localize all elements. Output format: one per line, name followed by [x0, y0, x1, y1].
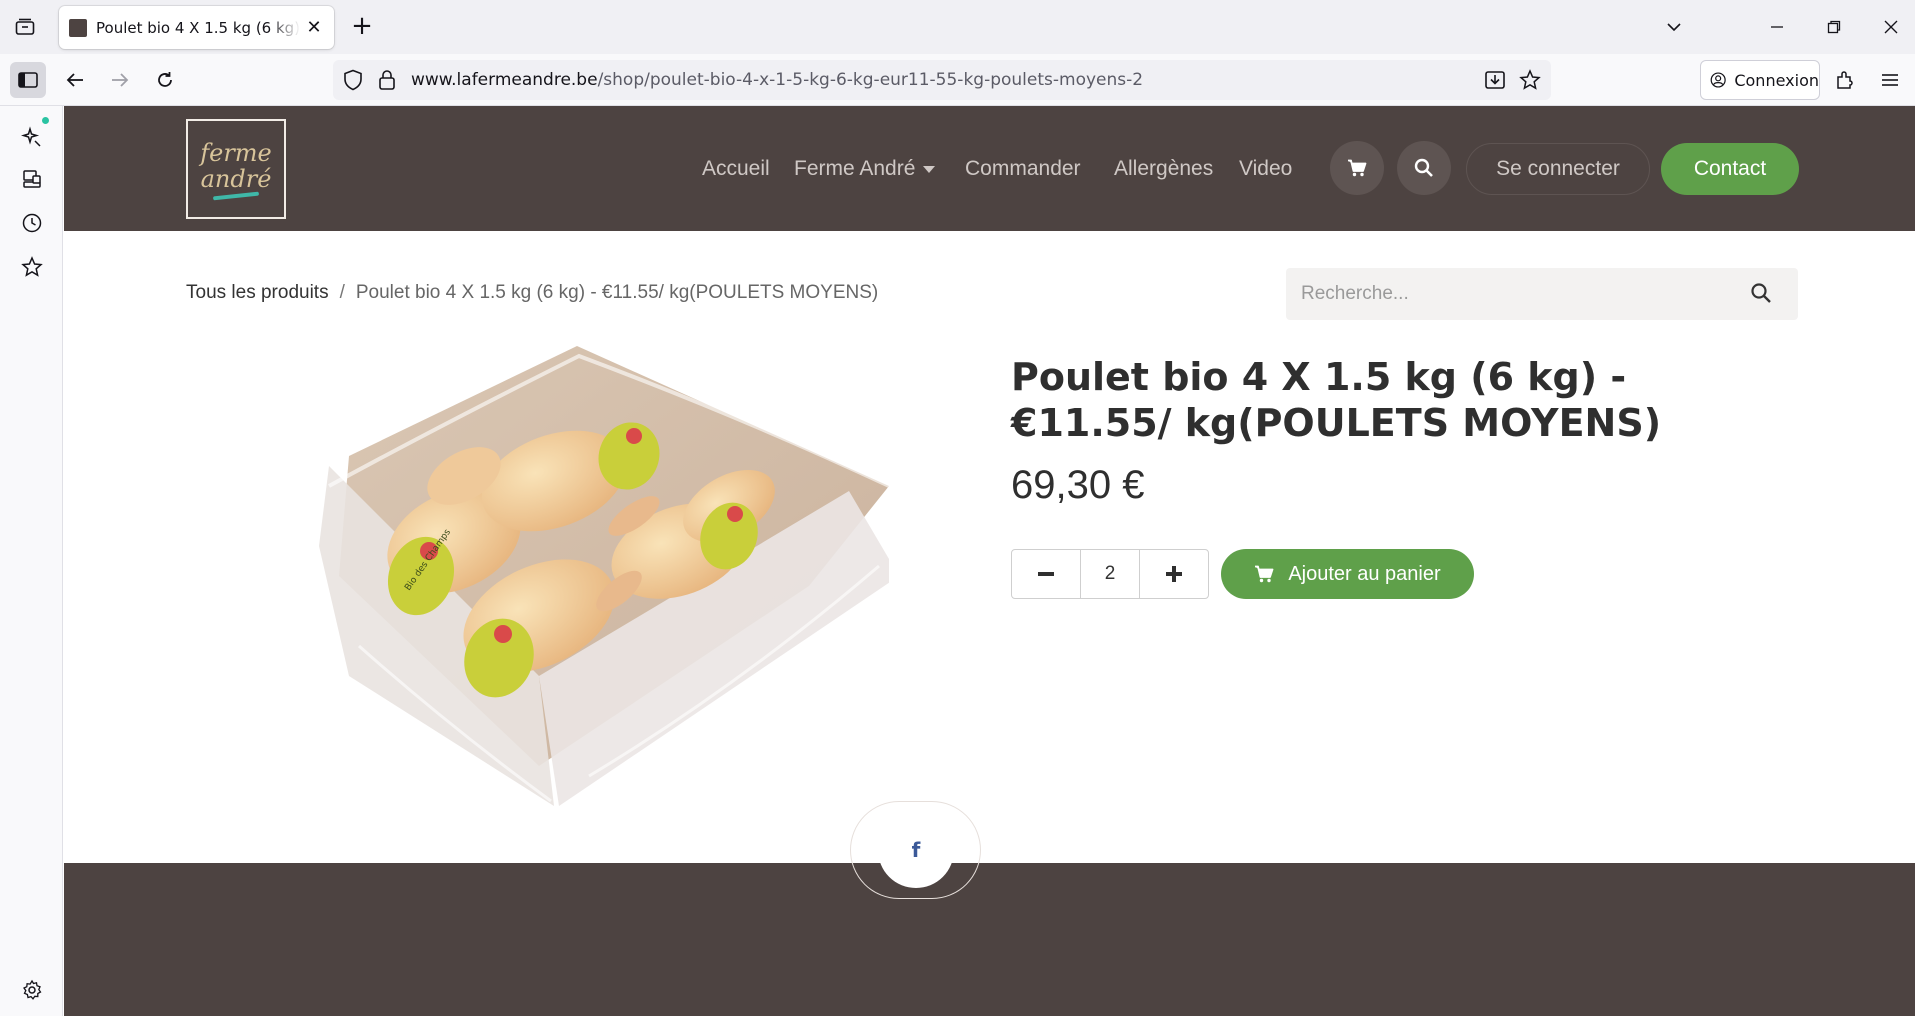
url-text[interactable]: www.lafermeandre.be/shop/poulet-bio-4-x-… — [411, 70, 1143, 90]
product-title: Poulet bio 4 X 1.5 kg (6 kg) - €11.55/ k… — [1011, 355, 1662, 445]
product-search-input[interactable] — [1286, 268, 1726, 320]
login-button[interactable]: Se connecter — [1466, 143, 1650, 195]
plus-icon — [1166, 566, 1182, 582]
breadcrumb: Tous les produits / Poulet bio 4 X 1.5 kg … — [186, 282, 878, 304]
logo-text-line1: ferme — [200, 139, 272, 167]
synced-tabs-devices-icon[interactable] — [19, 166, 45, 192]
site-header: ferme andré Accueil Ferme André Commande… — [64, 106, 1915, 231]
cart-button[interactable] — [1330, 141, 1384, 195]
add-to-cart-button[interactable]: Ajouter au panier — [1221, 549, 1474, 599]
url-bar[interactable]: www.lafermeandre.be/shop/poulet-bio-4-x-… — [333, 60, 1551, 100]
app-menu-hamburger-icon[interactable] — [1872, 62, 1908, 98]
minimize-window-icon[interactable] — [1764, 14, 1790, 40]
breadcrumb-current: Poulet bio 4 X 1.5 kg (6 kg) - €11.55/ k… — [355, 282, 879, 303]
account-signin-button[interactable]: Connexion — [1700, 60, 1820, 100]
new-tab-icon[interactable]: + — [349, 13, 375, 40]
restore-window-icon[interactable] — [1821, 14, 1847, 40]
close-tab-icon[interactable]: ✕ — [304, 17, 324, 38]
notification-dot-icon — [42, 117, 49, 124]
caret-down-icon — [923, 165, 936, 173]
close-window-icon[interactable] — [1878, 14, 1904, 40]
webpage: ferme andré Accueil Ferme André Commande… — [64, 106, 1915, 1016]
bookmarks-star-icon[interactable] — [19, 254, 45, 280]
url-domain: www.lafermeandre.be — [411, 70, 598, 90]
shopping-cart-icon — [1348, 159, 1367, 177]
reload-icon[interactable] — [147, 62, 183, 98]
sidebar-toggle-icon[interactable] — [10, 62, 46, 98]
search-submit-icon[interactable] — [1750, 282, 1772, 308]
save-to-pocket-download-icon[interactable] — [1484, 69, 1506, 95]
menu-item-order[interactable]: Commander — [965, 156, 1081, 182]
browser-sidebar — [0, 106, 63, 1016]
account-icon — [1710, 72, 1726, 88]
minus-icon — [1038, 572, 1054, 576]
sidebar-settings-gear-icon[interactable] — [19, 977, 45, 1003]
tab-title: Poulet bio 4 X 1.5 kg (6 kg) - €11.55/ k… — [96, 18, 300, 37]
url-path: /shop/poulet-bio-4-x-1-5-kg-6-kg-eur11-5… — [597, 70, 1144, 90]
site-favicon-icon — [69, 18, 87, 37]
browser-nav-bar: www.lafermeandre.be/shop/poulet-bio-4-x-… — [0, 54, 1915, 106]
active-tab[interactable]: Poulet bio 4 X 1.5 kg (6 kg) - €11.55/ k… — [59, 6, 334, 49]
back-arrow-icon[interactable] — [57, 62, 93, 98]
menu-item-farm-label: Ferme André — [794, 157, 916, 180]
account-signin-label: Connexion — [1734, 70, 1819, 90]
menu-item-farm-dropdown[interactable]: Ferme André — [794, 156, 936, 182]
menu-item-video[interactable]: Video — [1239, 156, 1292, 182]
site-logo[interactable]: ferme andré — [186, 119, 286, 219]
product-price: 69,30 € — [1011, 463, 1145, 507]
increase-quantity-button[interactable] — [1140, 550, 1208, 598]
quantity-input[interactable]: 2 — [1080, 550, 1140, 598]
lock-icon[interactable] — [378, 69, 396, 95]
list-all-tabs-chevron-icon[interactable] — [1661, 14, 1687, 40]
history-clock-icon[interactable] — [19, 210, 45, 236]
browser-tab-bar: Poulet bio 4 X 1.5 kg (6 kg) - €11.55/ k… — [0, 0, 1915, 54]
add-to-cart-label: Ajouter au panier — [1288, 562, 1441, 585]
tab-list-icon[interactable] — [12, 14, 38, 40]
logo-text-line2: andré — [200, 165, 272, 193]
menu-item-home[interactable]: Accueil — [702, 156, 770, 182]
breadcrumb-all-products[interactable]: Tous les produits — [186, 282, 329, 303]
shopping-cart-icon — [1255, 565, 1274, 583]
menu-item-allergens[interactable]: Allergènes — [1114, 156, 1213, 182]
quantity-stepper: 2 — [1011, 549, 1209, 599]
bookmark-star-icon[interactable] — [1519, 69, 1541, 95]
ai-chatbot-sparkle-icon[interactable] — [19, 123, 45, 149]
extensions-puzzle-icon[interactable] — [1827, 62, 1863, 98]
contact-button[interactable]: Contact — [1661, 143, 1799, 195]
header-search-button[interactable] — [1397, 141, 1451, 195]
forward-arrow-icon[interactable] — [102, 62, 138, 98]
facebook-link-icon[interactable]: f — [878, 812, 954, 888]
decrease-quantity-button[interactable] — [1012, 550, 1080, 598]
search-icon — [1414, 158, 1433, 177]
product-search-box — [1286, 268, 1798, 320]
product-image: Bio des Champs — [319, 346, 889, 806]
breadcrumb-separator: / — [339, 282, 345, 303]
site-footer — [64, 863, 1915, 1016]
tracking-protection-shield-icon[interactable] — [343, 69, 363, 95]
